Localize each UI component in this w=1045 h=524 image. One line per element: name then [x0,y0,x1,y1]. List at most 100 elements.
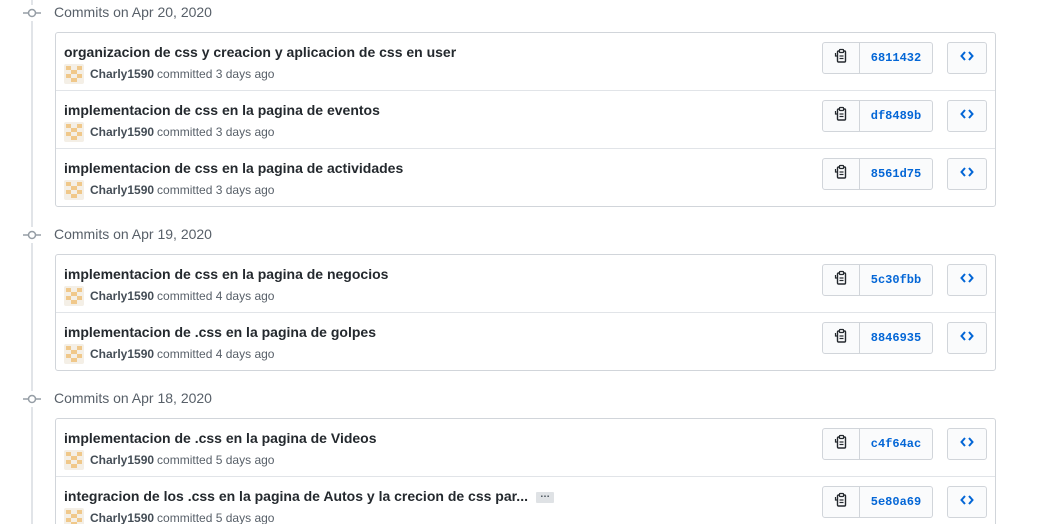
commit-message-text[interactable]: implementacion de css en la pagina de ev… [64,102,380,118]
commit-message-text[interactable]: implementacion de css en la pagina de ne… [64,266,388,282]
commit-sha-button-group: 6811432 [822,42,933,74]
commit-row: implementacion de css en la pagina de ac… [56,148,995,206]
commit-row: implementacion de .css en la pagina de V… [56,419,995,476]
git-commit-icon [23,227,41,243]
commit-time: 4 days ago [215,347,275,362]
copy-sha-button[interactable] [822,42,860,74]
commit-sha-button-group: 8846935 [822,322,933,354]
commit-sha-button-group: df8489b [822,100,933,132]
copy-sha-button[interactable] [822,264,860,296]
clipboard-icon [834,492,848,513]
commit-row: implementacion de .css en la pagina de g… [56,312,995,370]
clipboard-icon [834,328,848,349]
commit-sha-link[interactable]: 8846935 [860,322,933,354]
commit-timeline: Commits on Apr 20, 2020 organizacion de … [0,0,1045,524]
commit-sha-button-group: 8561d75 [822,158,933,190]
commit-meta: Charly1590 committed 5 days ago [64,508,275,524]
timeline-line [31,0,33,524]
copy-sha-button[interactable] [822,158,860,190]
commit-action: committed [157,347,213,362]
commit-sha-link[interactable]: 8561d75 [860,158,933,190]
commit-author[interactable]: Charly1590 [90,453,154,467]
clipboard-icon [834,164,848,185]
commit-group-header: Commits on Apr 18, 2020 [0,387,400,411]
commit-message-text[interactable]: implementacion de css en la pagina de ac… [64,160,403,176]
commit-message-link[interactable]: organizacion de css y creacion y aplicac… [64,44,456,60]
commit-message-text[interactable]: integracion de los .css en la pagina de … [64,488,528,504]
browse-repo-button[interactable] [947,428,987,460]
commit-author[interactable]: Charly1590 [90,67,154,81]
code-icon [960,329,974,347]
commit-message-text[interactable]: implementacion de .css en la pagina de g… [64,324,376,340]
commit-message-link[interactable]: implementacion de .css en la pagina de V… [64,430,377,446]
identicon-avatar[interactable] [64,286,84,306]
commit-sha-link[interactable]: 6811432 [860,42,933,74]
commit-message-link[interactable]: implementacion de css en la pagina de ac… [64,160,403,176]
commit-message-text[interactable]: implementacion de .css en la pagina de V… [64,430,377,446]
commit-meta: Charly1590 committed 3 days ago [64,180,275,201]
commit-sha-link[interactable]: c4f64ac [860,428,933,460]
commit-time: 3 days ago [215,125,275,140]
code-icon [960,493,974,511]
clipboard-icon [834,434,848,455]
commit-sha-button-group: 5e80a69 [822,486,933,518]
commit-group-title: Commits on Apr 18, 2020 [54,390,212,406]
commit-group-header: Commits on Apr 19, 2020 [0,223,400,247]
identicon-avatar[interactable] [64,508,84,524]
commit-row: implementacion de css en la pagina de ev… [56,90,995,148]
commit-time: 3 days ago [215,183,275,198]
commit-author[interactable]: Charly1590 [90,125,154,139]
commit-message-link[interactable]: implementacion de css en la pagina de ne… [64,266,388,282]
commit-meta: Charly1590 committed 4 days ago [64,344,275,365]
commit-message-text[interactable]: organizacion de css y creacion y aplicac… [64,44,456,60]
identicon-avatar[interactable] [64,64,84,84]
browse-repo-button[interactable] [947,322,987,354]
commit-message-link[interactable]: implementacion de .css en la pagina de g… [64,324,376,340]
identicon-avatar[interactable] [64,450,84,470]
copy-sha-button[interactable] [822,322,860,354]
commit-action: committed [157,125,213,140]
browse-repo-button[interactable] [947,486,987,518]
commit-meta: Charly1590 committed 4 days ago [64,286,274,307]
browse-repo-button[interactable] [947,264,987,296]
commit-time: 3 days ago [215,67,275,82]
commit-row: integracion de los .css en la pagina de … [56,476,995,524]
identicon-avatar[interactable] [64,122,84,142]
commit-sha-link[interactable]: 5c30fbb [860,264,933,296]
copy-sha-button[interactable] [822,486,860,518]
commit-author[interactable]: Charly1590 [90,289,154,303]
browse-repo-button[interactable] [947,100,987,132]
identicon-avatar[interactable] [64,344,84,364]
identicon-avatar[interactable] [64,180,84,200]
copy-sha-button[interactable] [822,428,860,460]
code-icon [960,107,974,125]
commit-sha-link[interactable]: df8489b [860,100,933,132]
commit-list-box: implementacion de css en la pagina de ne… [55,254,996,371]
commit-action: committed [157,67,213,82]
browse-repo-button[interactable] [947,42,987,74]
copy-sha-button[interactable] [822,100,860,132]
commit-row: implementacion de css en la pagina de ne… [56,255,995,312]
commit-message-link[interactable]: integracion de los .css en la pagina de … [64,488,554,504]
commit-message-link[interactable]: implementacion de css en la pagina de ev… [64,102,380,118]
code-icon [960,165,974,183]
commit-group-title: Commits on Apr 19, 2020 [54,226,212,242]
clipboard-icon [834,48,848,69]
code-icon [960,435,974,453]
commit-sha-link[interactable]: 5e80a69 [860,486,933,518]
commit-author[interactable]: Charly1590 [90,183,154,197]
commit-action: committed [157,453,213,468]
commit-author[interactable]: Charly1590 [90,511,154,524]
commit-author[interactable]: Charly1590 [90,347,154,361]
commit-sha-button-group: c4f64ac [822,428,933,460]
code-icon [960,271,974,289]
clipboard-icon [834,270,848,291]
browse-repo-button[interactable] [947,158,987,190]
commit-row: organizacion de css y creacion y aplicac… [56,33,995,90]
expand-message-button[interactable]: … [535,489,554,503]
commit-list-box: implementacion de .css en la pagina de V… [55,418,996,524]
git-commit-icon [23,391,41,407]
commit-action: committed [157,183,213,198]
commit-time: 5 days ago [215,511,275,524]
commit-sha-button-group: 5c30fbb [822,264,933,296]
